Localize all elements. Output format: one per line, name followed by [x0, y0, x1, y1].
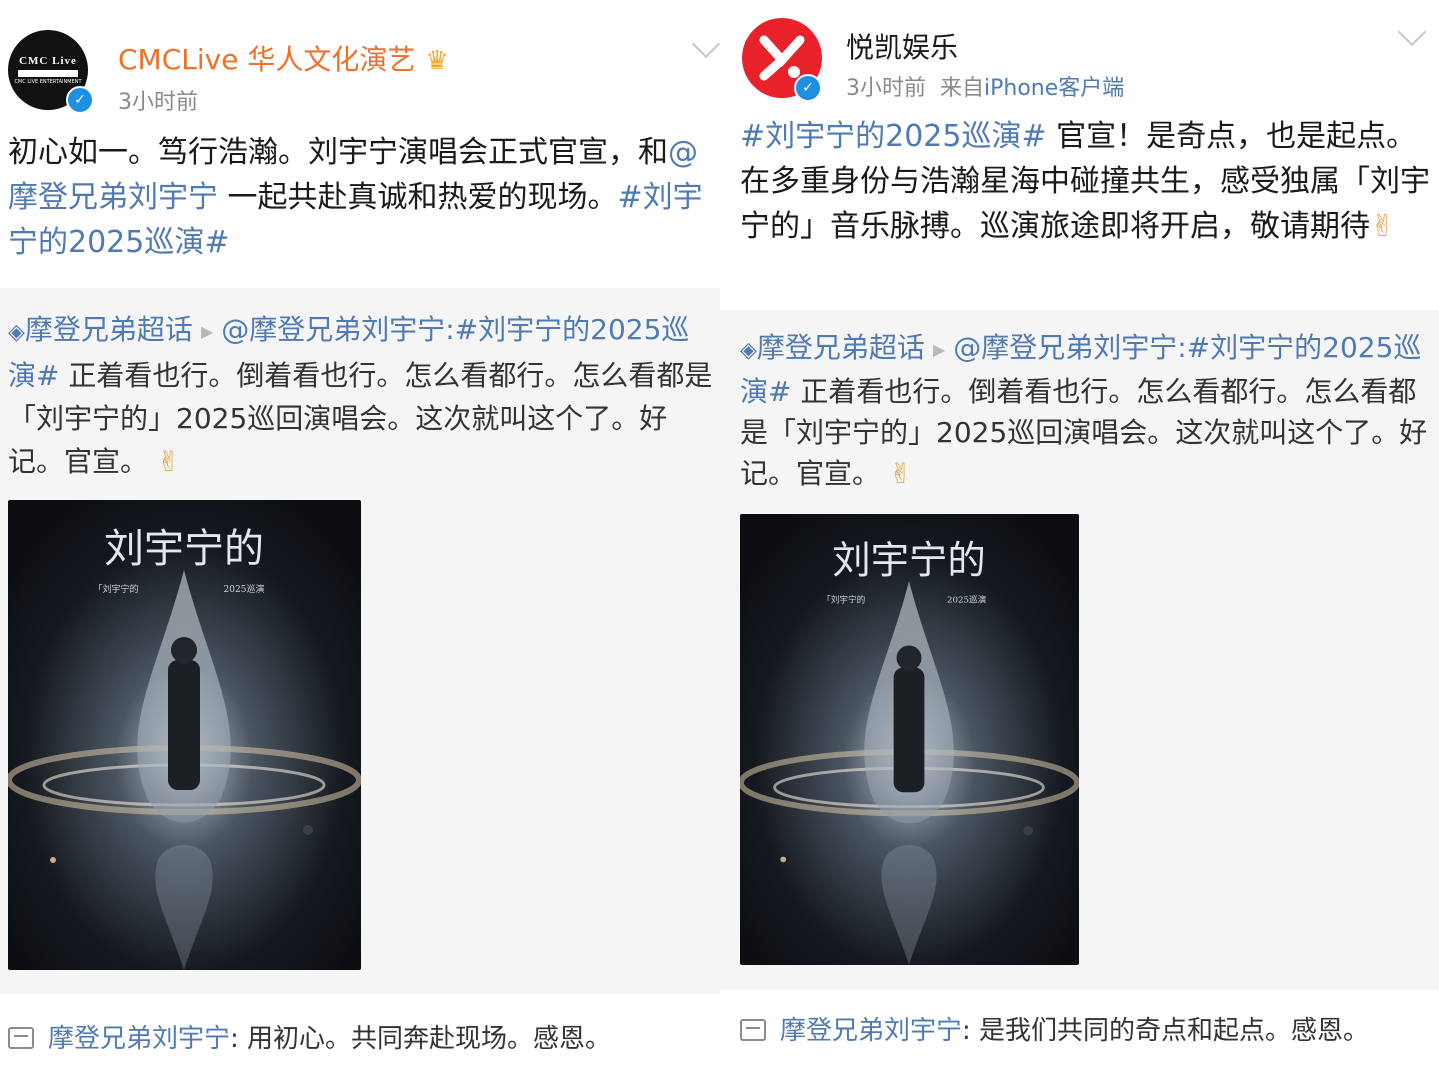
comment-icon: [740, 1018, 766, 1041]
poster-subtitle-right: 2025巡演: [224, 583, 265, 595]
supertopic-icon: ◈: [740, 338, 757, 363]
post-text: 一起共赴真诚和热爱的现场。: [218, 180, 618, 215]
account-name[interactable]: CMCLive 华人文化演艺 ♛: [118, 38, 449, 78]
poster-subtitle-right: 2025巡演: [947, 593, 987, 605]
account-name[interactable]: 悦凯娱乐: [846, 26, 958, 66]
post-body: 初心如一。笃行浩瀚。刘宇宁演唱会正式官宣，和@摩登兄弟刘宇宁 一起共赴真诚和热爱…: [8, 130, 716, 265]
tour-poster-image[interactable]: 刘宇宁的 「刘宇宁的 2025巡演: [8, 500, 361, 970]
tour-poster-image[interactable]: 刘宇宁的 「刘宇宁的 2025巡演: [740, 514, 1079, 965]
comment-author-link[interactable]: 摩登兄弟刘宇宁: [48, 1024, 230, 1054]
avatar-logo-text: CMC Live: [19, 55, 77, 67]
poster-art: 刘宇宁的 「刘宇宁的 2025巡演: [8, 500, 361, 970]
verified-icon: ✓: [66, 86, 94, 114]
comment-icon: [8, 1026, 34, 1049]
triangle-right-icon: ▶: [200, 321, 214, 341]
post-time: 3小时前: [118, 90, 198, 115]
supertopic-link[interactable]: 摩登兄弟超话: [757, 331, 925, 364]
victory-emoji: ✌: [1370, 209, 1396, 244]
poster-subtitle-left: 「刘宇宁的: [822, 593, 865, 605]
chevron-down-icon[interactable]: [691, 29, 720, 59]
poster-subtitle-left: 「刘宇宁的: [93, 583, 138, 595]
post-text: 初心如一。笃行浩瀚。刘宇宁演唱会正式官宣，和: [8, 135, 668, 170]
comment-author-link[interactable]: 摩登兄弟刘宇宁: [780, 1016, 962, 1046]
source-device-link[interactable]: iPhone客户端: [984, 76, 1124, 101]
crown-level-badge-icon[interactable]: ♛: [425, 46, 448, 76]
post-body: #刘宇宁的2025巡演# 官宣！是奇点，也是起点。在多重身份与浩瀚星海中碰撞共生…: [740, 114, 1435, 249]
quote-body-text: 正着看也行。倒着看也行。怎么看都行。怎么看都是「刘宇宁的」2025巡回演唱会。这…: [8, 359, 713, 478]
avatar-logo-stripe: [18, 70, 78, 77]
poster-title: 刘宇宁的: [104, 526, 264, 572]
quote-text: ◈摩登兄弟超话 ▶ @摩登兄弟刘宇宁:#刘宇宁的2025巡演# 正着看也行。倒着看也…: [8, 308, 714, 483]
chevron-down-icon[interactable]: [1397, 17, 1427, 47]
victory-emoji: ✌: [888, 457, 913, 490]
account-name-text: CMCLive 华人文化演艺: [118, 43, 416, 76]
source-prefix: 来自: [940, 76, 985, 101]
verified-icon: ✓: [794, 74, 822, 102]
comment-text: : 用初心。共同奔赴现场。感恩。: [230, 1024, 612, 1054]
comment-text: : 是我们共同的奇点和起点。感恩。: [962, 1016, 1370, 1046]
supertopic-link[interactable]: 摩登兄弟超话: [25, 313, 193, 346]
weibo-post-yuekai: ✓ 悦凯娱乐 3小时前 来自iPhone客户端 #刘宇宁的2025巡演# 官宣！是…: [720, 0, 1439, 1073]
victory-emoji: ✌: [156, 445, 181, 478]
quote-text: ◈摩登兄弟超话 ▶ @摩登兄弟刘宇宁:#刘宇宁的2025巡演# 正着看也行。倒着看也…: [740, 327, 1435, 494]
weibo-post-cmclive: CMC Live CMC LIVE ENTERTAINMENT ✓ CMCLiv…: [0, 0, 720, 1073]
poster-title: 刘宇宁的: [832, 539, 986, 584]
top-comment[interactable]: 摩登兄弟刘宇宁: 用初心。共同奔赴现场。感恩。: [8, 1018, 611, 1055]
triangle-right-icon: ▶: [932, 339, 946, 359]
avatar-logo-subtext: CMC LIVE ENTERTAINMENT: [14, 79, 82, 85]
quote-body-text: 正着看也行。倒着看也行。怎么看都行。怎么看都是「刘宇宁的」2025巡回演唱会。这…: [740, 375, 1428, 490]
top-comment[interactable]: 摩登兄弟刘宇宁: 是我们共同的奇点和起点。感恩。: [740, 1010, 1369, 1047]
supertopic-icon: ◈: [8, 320, 25, 345]
hashtag-link[interactable]: #刘宇宁的2025巡演#: [740, 119, 1047, 154]
post-time: 3小时前: [846, 76, 926, 101]
poster-art: 刘宇宁的 「刘宇宁的 2025巡演: [740, 514, 1079, 965]
post-meta: 3小时前 来自iPhone客户端: [846, 70, 1124, 102]
repost-quote[interactable]: ◈摩登兄弟超话 ▶ @摩登兄弟刘宇宁:#刘宇宁的2025巡演# 正着看也行。倒着看也…: [720, 310, 1439, 990]
repost-quote[interactable]: ◈摩登兄弟超话 ▶ @摩登兄弟刘宇宁:#刘宇宁的2025巡演# 正着看也行。倒着看也…: [0, 288, 720, 994]
